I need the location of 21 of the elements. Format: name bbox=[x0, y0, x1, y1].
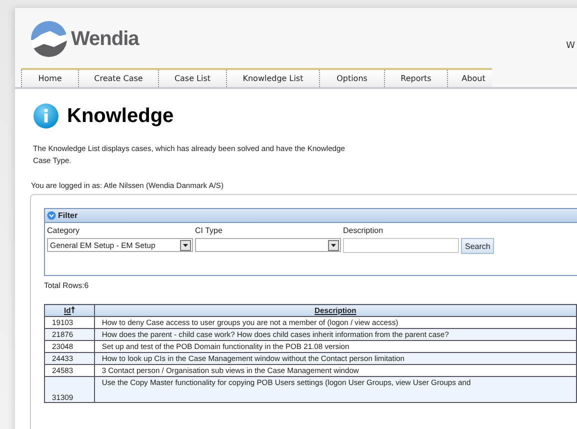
nav-tab[interactable]: Create Case bbox=[78, 70, 158, 87]
field-label: Description bbox=[343, 226, 384, 237]
nav-tab[interactable]: Case List bbox=[158, 70, 226, 87]
mountain-logo-icon bbox=[30, 20, 68, 58]
header-text: W bbox=[566, 41, 575, 51]
info-icon bbox=[33, 103, 59, 129]
page-title: Knowledge bbox=[67, 104, 174, 128]
collapse-icon[interactable] bbox=[47, 211, 56, 220]
nav-tab[interactable]: Home bbox=[21, 70, 78, 87]
sort-icon bbox=[70, 306, 75, 313]
logo-text: Wendia bbox=[71, 28, 139, 50]
nav-tab[interactable]: Knowledge List bbox=[226, 70, 319, 87]
ci-type-dropdown[interactable] bbox=[195, 238, 341, 252]
nav-tab[interactable]: About bbox=[447, 70, 499, 87]
field-label: Category bbox=[47, 226, 80, 237]
nav-tab[interactable]: Reports bbox=[384, 70, 447, 87]
field-label: CI Type bbox=[195, 226, 224, 237]
description-field[interactable] bbox=[343, 238, 459, 253]
filter-title: Filter bbox=[58, 211, 78, 220]
nav-tab[interactable]: Options bbox=[319, 70, 384, 87]
search-button[interactable]: Search bbox=[461, 238, 494, 254]
